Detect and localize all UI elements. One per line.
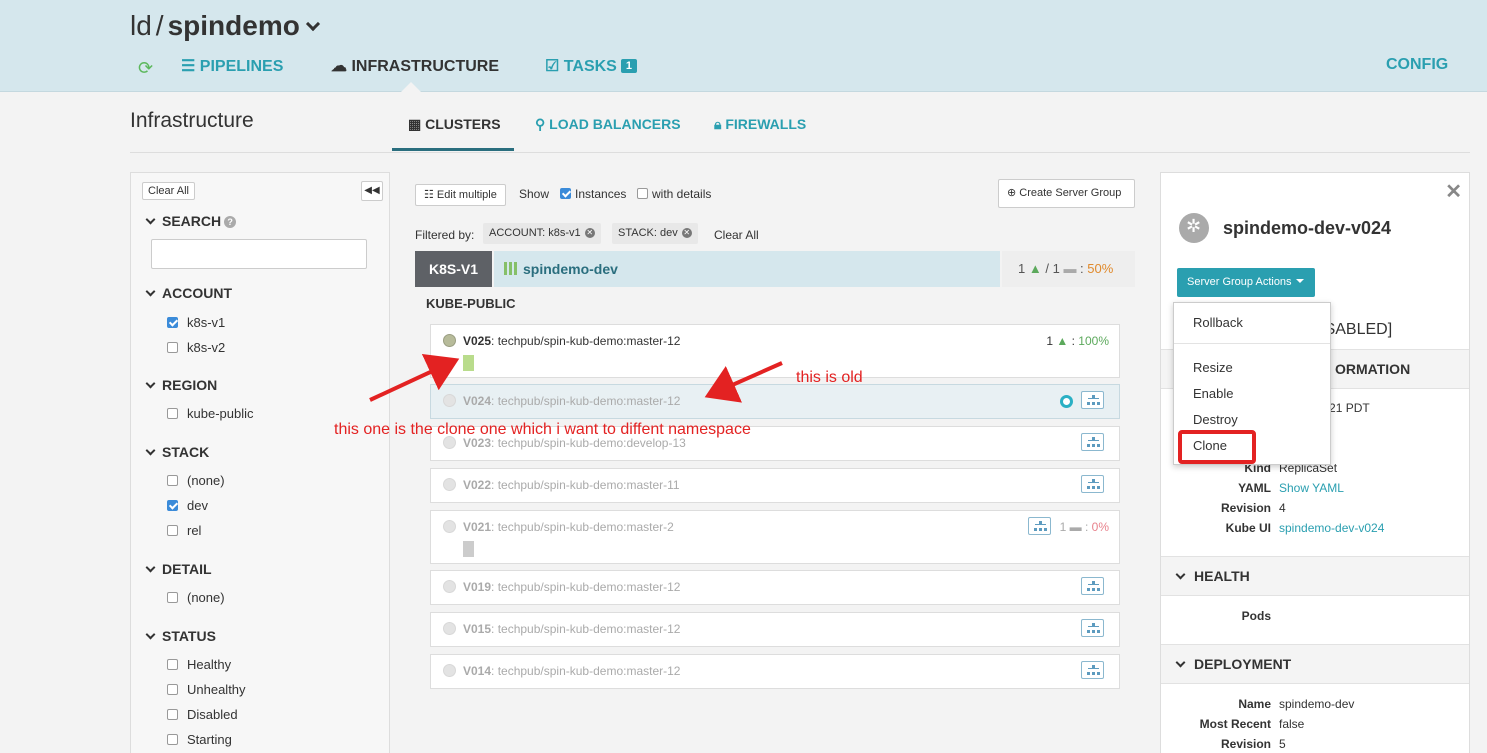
pods-label: Pods [1241, 609, 1271, 623]
annotation-arrow-old [704, 361, 783, 403]
deployment-section-header[interactable]: DEPLOYMENT [1161, 644, 1469, 684]
revision-value: 4 [1279, 501, 1286, 515]
health-section-header[interactable]: HEALTH [1161, 556, 1469, 596]
kubernetes-icon [1179, 213, 1209, 243]
kube-ui-label: Kube UI [1225, 521, 1271, 535]
annotation-arrow-clone [369, 353, 460, 402]
annotation-highlight-clone [1178, 430, 1256, 464]
menu-item-rollback[interactable]: Rollback [1193, 315, 1243, 330]
server-group-actions-button[interactable]: Server Group Actions [1177, 268, 1315, 297]
show-yaml-link[interactable]: Show YAML [1279, 481, 1344, 495]
annotation-clone: this one is the clone one which i want t… [334, 421, 751, 438]
deployment-revision-value: 5 [1279, 737, 1286, 751]
kube-ui-link[interactable]: spindemo-dev-v024 [1279, 521, 1384, 535]
menu-item-resize[interactable]: Resize [1193, 360, 1233, 375]
caret-down-icon [1295, 279, 1304, 283]
revision-label: Revision [1220, 501, 1271, 515]
details-title: spindemo-dev-v024 [1223, 218, 1392, 238]
deployment-name-value: spindemo-dev [1279, 697, 1355, 711]
chevron-down-icon [1175, 657, 1186, 668]
chevron-down-icon [1175, 569, 1186, 580]
most-recent-value: false [1279, 717, 1305, 731]
deployment-revision-label: Revision [1220, 737, 1271, 751]
menu-item-destroy[interactable]: Destroy [1193, 412, 1238, 427]
close-icon[interactable]: ✕ [1445, 179, 1462, 204]
yaml-label: YAML [1238, 481, 1271, 495]
annotation-old: this is old [796, 369, 863, 386]
menu-divider [1174, 343, 1330, 344]
menu-item-enable[interactable]: Enable [1193, 386, 1233, 401]
most-recent-label: Most Recent [1199, 717, 1271, 731]
deployment-name-label: Name [1238, 697, 1271, 711]
